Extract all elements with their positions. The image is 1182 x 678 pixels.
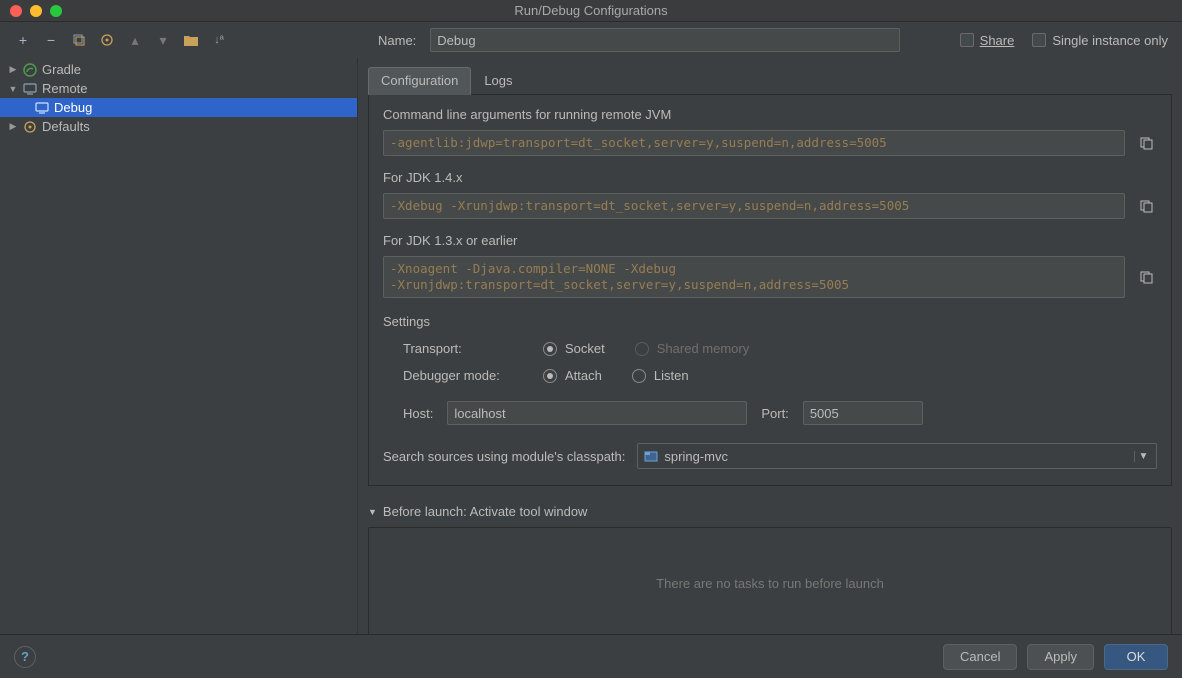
before-launch-header[interactable]: ▼ Before launch: Activate tool window xyxy=(368,504,1172,519)
name-label: Name: xyxy=(378,33,416,48)
ok-button[interactable]: OK xyxy=(1104,644,1168,670)
configurations-toolbar: + − ▴ ▾ ↓ª xyxy=(10,31,368,49)
configuration-panel: Configuration Logs Command line argument… xyxy=(358,58,1182,646)
window-controls xyxy=(0,5,62,17)
chevron-down-icon: ▼ xyxy=(1134,451,1152,462)
mode-listen-radio[interactable]: Listen xyxy=(632,368,689,383)
help-button[interactable]: ? xyxy=(14,646,36,668)
before-launch-list: There are no tasks to run before launch xyxy=(368,527,1172,639)
transport-label: Transport: xyxy=(403,341,543,356)
remote-debug-icon xyxy=(34,100,50,116)
jdk14-field[interactable]: -Xdebug -Xrunjdwp:transport=dt_socket,se… xyxy=(383,193,1125,219)
host-input[interactable] xyxy=(447,401,747,425)
remote-icon xyxy=(22,81,38,97)
dialog-button-bar: ? Cancel Apply OK xyxy=(0,634,1182,678)
cmd-args-field[interactable]: -agentlib:jdwp=transport=dt_socket,serve… xyxy=(383,130,1125,156)
tab-logs[interactable]: Logs xyxy=(471,67,525,95)
gradle-icon xyxy=(22,62,38,78)
tree-label: Defaults xyxy=(42,119,90,134)
port-label: Port: xyxy=(761,406,788,421)
module-classpath-combo[interactable]: spring-mvc ▼ xyxy=(637,443,1157,469)
tree-node-defaults[interactable]: ▶ Defaults xyxy=(0,117,357,136)
settings-label: Settings xyxy=(383,314,1157,329)
minimize-window-button[interactable] xyxy=(30,5,42,17)
debugger-mode-label: Debugger mode: xyxy=(403,368,543,383)
jdk13-label: For JDK 1.3.x or earlier xyxy=(383,233,1157,248)
tab-bar: Configuration Logs xyxy=(368,66,1172,95)
radio-label: Shared memory xyxy=(657,341,749,356)
copy-configuration-button[interactable] xyxy=(70,31,88,49)
folder-button[interactable] xyxy=(182,31,200,49)
remove-configuration-button[interactable]: − xyxy=(42,31,60,49)
tree-label: Remote xyxy=(42,81,88,96)
header-row: + − ▴ ▾ ↓ª Name: Share Single instance o… xyxy=(0,22,1182,58)
sort-button[interactable]: ↓ª xyxy=(210,31,228,49)
main-area: ▶ Gradle ▼ Remote Debug ▶ Defaults xyxy=(0,58,1182,646)
tree-label: Debug xyxy=(54,100,92,115)
cancel-button[interactable]: Cancel xyxy=(943,644,1017,670)
radio-label: Attach xyxy=(565,368,602,383)
add-configuration-button[interactable]: + xyxy=(14,31,32,49)
copy-jdk14-button[interactable] xyxy=(1135,195,1157,217)
transport-socket-radio[interactable]: Socket xyxy=(543,341,605,356)
apply-button[interactable]: Apply xyxy=(1027,644,1094,670)
configurations-tree: ▶ Gradle ▼ Remote Debug ▶ Defaults xyxy=(0,58,358,646)
transport-shared-memory-radio: Shared memory xyxy=(635,341,749,356)
module-classpath-value: spring-mvc xyxy=(664,449,728,464)
configuration-tab-body: Command line arguments for running remot… xyxy=(368,95,1172,486)
module-classpath-label: Search sources using module's classpath: xyxy=(383,449,625,464)
expand-icon: ▶ xyxy=(8,121,18,132)
radio-label: Socket xyxy=(565,341,605,356)
module-icon xyxy=(644,449,658,463)
collapse-icon: ▼ xyxy=(368,507,377,517)
jdk13-field[interactable]: -Xnoagent -Djava.compiler=NONE -Xdebug -… xyxy=(383,256,1125,298)
jdk14-label: For JDK 1.4.x xyxy=(383,170,1157,185)
edit-defaults-button[interactable] xyxy=(98,31,116,49)
before-launch-section: ▼ Before launch: Activate tool window Th… xyxy=(368,504,1172,639)
single-instance-checkbox[interactable]: Single instance only xyxy=(1032,33,1168,48)
tree-node-debug[interactable]: Debug xyxy=(0,98,357,117)
single-instance-label: Single instance only xyxy=(1052,33,1168,48)
checkbox-icon xyxy=(1032,33,1046,47)
before-launch-empty-text: There are no tasks to run before launch xyxy=(656,576,884,591)
window-title: Run/Debug Configurations xyxy=(0,3,1182,18)
configuration-name-input[interactable] xyxy=(430,28,900,52)
copy-cmd-button[interactable] xyxy=(1135,132,1157,154)
zoom-window-button[interactable] xyxy=(50,5,62,17)
close-window-button[interactable] xyxy=(10,5,22,17)
share-checkbox[interactable]: Share xyxy=(960,33,1015,48)
cmd-args-label: Command line arguments for running remot… xyxy=(383,107,1157,122)
mode-attach-radio[interactable]: Attach xyxy=(543,368,602,383)
expand-icon: ▶ xyxy=(8,64,18,75)
move-down-button[interactable]: ▾ xyxy=(154,31,172,49)
radio-label: Listen xyxy=(654,368,689,383)
share-label: Share xyxy=(980,33,1015,48)
tree-node-gradle[interactable]: ▶ Gradle xyxy=(0,60,357,79)
collapse-icon: ▼ xyxy=(8,84,18,94)
checkbox-icon xyxy=(960,33,974,47)
host-label: Host: xyxy=(403,406,433,421)
tree-label: Gradle xyxy=(42,62,81,77)
defaults-icon xyxy=(22,119,38,135)
tab-configuration[interactable]: Configuration xyxy=(368,67,471,95)
before-launch-title: Before launch: Activate tool window xyxy=(383,504,588,519)
titlebar: Run/Debug Configurations xyxy=(0,0,1182,22)
port-input[interactable] xyxy=(803,401,923,425)
tree-node-remote[interactable]: ▼ Remote xyxy=(0,79,357,98)
copy-jdk13-button[interactable] xyxy=(1135,266,1157,288)
move-up-button[interactable]: ▴ xyxy=(126,31,144,49)
